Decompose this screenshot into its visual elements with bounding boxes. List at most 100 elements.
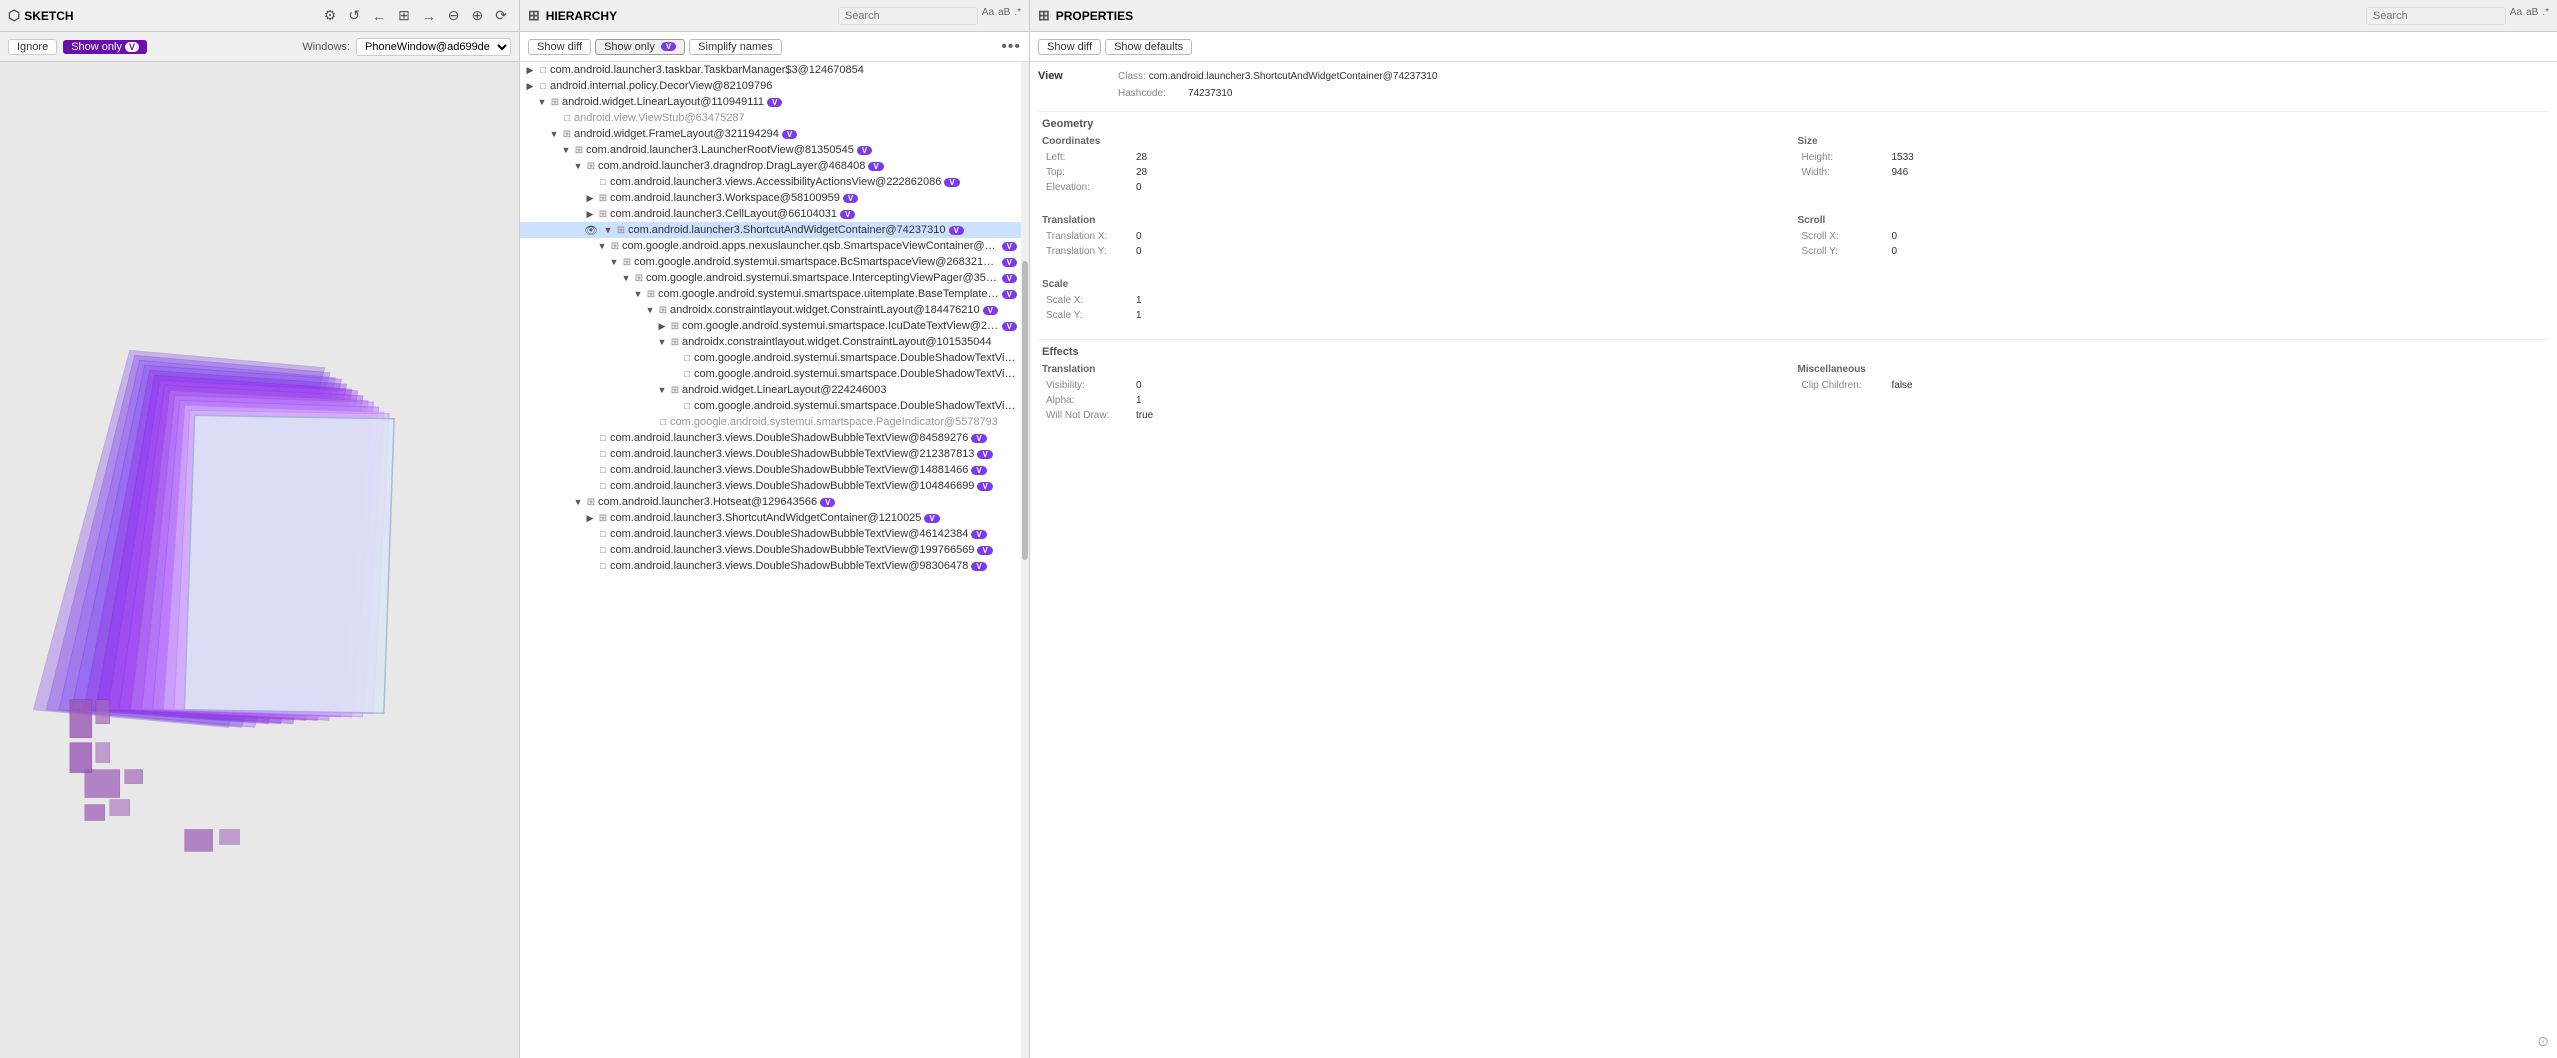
sketch-icon-zoom-out[interactable]: ⊖ bbox=[444, 5, 464, 26]
tree-row[interactable]: ▶ ⊞ com.android.launcher3.CellLayout@661… bbox=[520, 206, 1021, 222]
tree-row[interactable]: □ com.android.launcher3.views.DoubleShad… bbox=[520, 462, 1021, 478]
sketch-header: ⬡ SKETCH ⚙ ↺ ← ⊞ → ⊖ ⊕ ⟳ bbox=[0, 0, 519, 32]
tree-row[interactable]: ▼ ⊞ com.android.launcher3.dragndrop.Drag… bbox=[520, 158, 1021, 174]
windows-select[interactable]: PhoneWindow@ad699de bbox=[356, 38, 511, 56]
tree-toggle[interactable]: ▼ bbox=[596, 241, 608, 251]
tree-toggle[interactable]: ▶ bbox=[656, 321, 668, 332]
tree-row[interactable]: ▼ ⊞ android.widget.LinearLayout@22424600… bbox=[520, 382, 1021, 398]
show-diff-button[interactable]: Show diff bbox=[528, 39, 591, 55]
hierarchy-more-menu[interactable]: ••• bbox=[1001, 38, 1021, 56]
tree-row[interactable]: ▶ □ com.android.launcher3.taskbar.Taskba… bbox=[520, 62, 1021, 78]
tree-toggle[interactable]: ▼ bbox=[608, 257, 620, 267]
tree-node-icon: ⊞ bbox=[560, 129, 574, 140]
tree-toggle[interactable]: ▼ bbox=[572, 161, 584, 171]
hierarchy-search-input[interactable] bbox=[838, 7, 978, 25]
search-regex-icon[interactable]: .* bbox=[1014, 7, 1021, 25]
ty-row: Translation Y: 0 bbox=[1042, 244, 1790, 259]
show-only-button[interactable]: Show only V bbox=[63, 40, 147, 54]
tree-toggle[interactable]: ▼ bbox=[644, 305, 656, 315]
tree-row[interactable]: □ com.google.android.systemui.smartspace… bbox=[520, 350, 1021, 366]
tree-row[interactable]: □ com.google.android.systemui.smartspace… bbox=[520, 366, 1021, 382]
tree-row[interactable]: □ com.android.launcher3.views.DoubleShad… bbox=[520, 430, 1021, 446]
top-value: 28 bbox=[1136, 167, 1147, 178]
tree-row[interactable]: ▼ ⊞ com.google.android.systemui.smartspa… bbox=[520, 254, 1021, 270]
sketch-icon-arrow-left[interactable]: ← bbox=[368, 6, 390, 26]
props-search-regex-icon[interactable]: .* bbox=[2542, 7, 2549, 25]
tree-toggle[interactable]: ▼ bbox=[656, 337, 668, 347]
tree-v-badge: V bbox=[971, 562, 986, 571]
show-diff-props-button[interactable]: Show diff bbox=[1038, 39, 1101, 55]
hierarchy-scrollbar[interactable] bbox=[1021, 62, 1029, 1058]
alpha-value: 1 bbox=[1136, 395, 1142, 406]
corner-icon[interactable]: ⊙ bbox=[2537, 1033, 2549, 1050]
show-only-hier-button[interactable]: Show only V bbox=[595, 39, 685, 55]
clip-row: Clip Children: false bbox=[1798, 378, 2546, 393]
tree-row[interactable]: □ com.android.launcher3.views.DoubleShad… bbox=[520, 542, 1021, 558]
props-search-case-icon[interactable]: aB bbox=[2526, 7, 2538, 25]
show-only-hier-badge: V bbox=[661, 42, 676, 51]
tree-node-text: com.android.launcher3.taskbar.TaskbarMan… bbox=[550, 64, 864, 76]
sketch-icon-refresh[interactable]: ⟳ bbox=[491, 5, 511, 26]
tree-toggle[interactable]: ▼ bbox=[536, 97, 548, 107]
sy-row: Scroll Y: 0 bbox=[1798, 244, 2546, 259]
tree-toggle[interactable]: ▼ bbox=[656, 385, 668, 395]
tree-v-badge: V bbox=[971, 466, 986, 475]
translation-sub-title: Translation bbox=[1042, 215, 1790, 226]
tree-node-text: com.google.android.systemui.smartspace.D… bbox=[694, 400, 1017, 412]
tree-toggle[interactable]: ▼ bbox=[572, 497, 584, 507]
simplify-names-button[interactable]: Simplify names bbox=[689, 39, 782, 55]
tree-toggle[interactable]: ▶ bbox=[584, 193, 596, 204]
tree-row[interactable]: ▶ ⊞ com.android.launcher3.Workspace@5810… bbox=[520, 190, 1021, 206]
tree-toggle[interactable]: ▶ bbox=[584, 513, 596, 524]
sketch-icon-settings[interactable]: ⚙ bbox=[320, 5, 341, 26]
tree-row[interactable]: □ com.android.launcher3.views.DoubleShad… bbox=[520, 526, 1021, 542]
tree-toggle[interactable]: ▶ bbox=[524, 65, 536, 76]
tree-toggle[interactable]: ▼ bbox=[620, 273, 632, 283]
tree-row[interactable]: ▼ ⊞ com.google.android.systemui.smartspa… bbox=[520, 270, 1021, 286]
sketch-icon-layers[interactable]: ⊞ bbox=[394, 5, 414, 26]
tree-row[interactable]: □ com.google.android.systemui.smartspace… bbox=[520, 414, 1021, 430]
tree-row[interactable]: □ android.view.ViewStub@63475287 bbox=[520, 110, 1021, 126]
ignore-button[interactable]: Ignore bbox=[8, 39, 57, 55]
tree-row[interactable]: ▼ ⊞ com.android.launcher3.LauncherRootVi… bbox=[520, 142, 1021, 158]
tree-node-icon: □ bbox=[680, 353, 694, 364]
tree-row[interactable]: ▶ ⊞ com.google.android.systemui.smartspa… bbox=[520, 318, 1021, 334]
sx-row: Scroll X: 0 bbox=[1798, 229, 2546, 244]
show-defaults-button[interactable]: Show defaults bbox=[1105, 39, 1192, 55]
tree-row[interactable]: □ com.google.android.systemui.smartspace… bbox=[520, 398, 1021, 414]
tree-toggle[interactable]: ▶ bbox=[524, 81, 536, 92]
tree-row[interactable]: ▼ ⊞ com.android.launcher3.Hotseat@129643… bbox=[520, 494, 1021, 510]
alpha-label: Alpha: bbox=[1046, 395, 1136, 406]
tree-row[interactable]: ▼ ⊞ com.google.android.systemui.smartspa… bbox=[520, 286, 1021, 302]
sketch-canvas bbox=[0, 62, 519, 1058]
tree-row[interactable]: □ com.android.launcher3.views.DoubleShad… bbox=[520, 478, 1021, 494]
tree-toggle[interactable]: ▼ bbox=[602, 225, 614, 235]
sketch-icon-zoom-in[interactable]: ⊕ bbox=[468, 5, 488, 26]
tree-toggle[interactable]: ▶ bbox=[584, 209, 596, 220]
tree-toggle[interactable]: ▼ bbox=[560, 145, 572, 155]
hierarchy-scrollbar-thumb[interactable] bbox=[1022, 261, 1028, 560]
tree-toggle[interactable]: ▼ bbox=[548, 129, 560, 139]
miscellaneous-subsection: Miscellaneous Clip Children: false bbox=[1794, 360, 2550, 427]
hierarchy-toolbar: Show diff Show only V Simplify names ••• bbox=[520, 32, 1029, 62]
tree-row[interactable]: ▼ ⊞ androidx.constraintlayout.widget.Con… bbox=[520, 302, 1021, 318]
search-case-icon[interactable]: aB bbox=[998, 7, 1010, 25]
tree-row[interactable]: ▼ ⊞ android.widget.LinearLayout@11094911… bbox=[520, 94, 1021, 110]
search-aa-icon: Aa bbox=[982, 7, 994, 25]
props-search-aa-icon: Aa bbox=[2510, 7, 2522, 25]
tree-toggle[interactable]: ▼ bbox=[632, 289, 644, 299]
tree-row-selected[interactable]: 👁 ▼ ⊞ com.android.launcher3.ShortcutAndW… bbox=[520, 222, 1021, 238]
tree-row[interactable]: ▶ ⊞ com.android.launcher3.ShortcutAndWid… bbox=[520, 510, 1021, 526]
tree-node-icon: ⊞ bbox=[668, 321, 682, 332]
sketch-icon-arrow-right[interactable]: → bbox=[418, 6, 440, 26]
tree-row[interactable]: □ com.android.launcher3.views.DoubleShad… bbox=[520, 558, 1021, 574]
tree-row[interactable]: ▼ ⊞ androidx.constraintlayout.widget.Con… bbox=[520, 334, 1021, 350]
tree-row[interactable]: □ com.android.launcher3.views.DoubleShad… bbox=[520, 446, 1021, 462]
tree-row[interactable]: □ com.android.launcher3.views.Accessibil… bbox=[520, 174, 1021, 190]
tree-row[interactable]: ▼ ⊞ com.google.android.apps.nexuslaunche… bbox=[520, 238, 1021, 254]
tree-row[interactable]: ▶ □ android.internal.policy.DecorView@82… bbox=[520, 78, 1021, 94]
properties-search-input[interactable] bbox=[2366, 7, 2506, 25]
translation-subsection: Translation Translation X: 0 Translation… bbox=[1038, 211, 1794, 263]
tree-row[interactable]: ▼ ⊞ android.widget.FrameLayout@321194294… bbox=[520, 126, 1021, 142]
sketch-icon-history[interactable]: ↺ bbox=[344, 5, 364, 26]
